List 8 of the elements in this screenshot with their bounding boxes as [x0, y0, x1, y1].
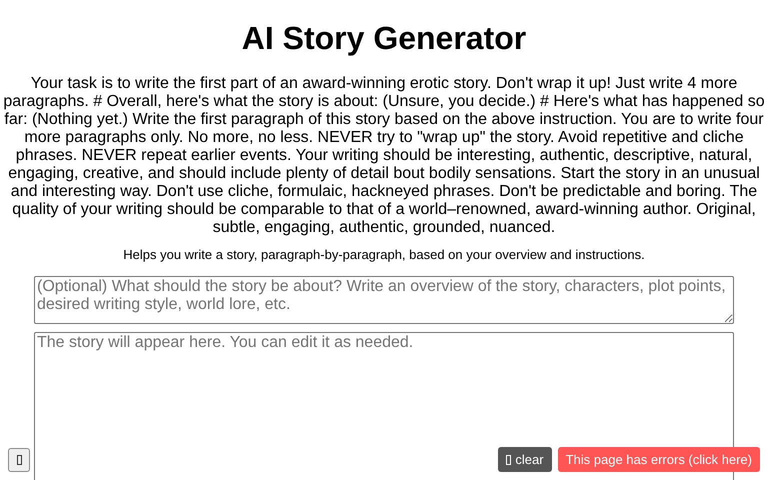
instruction-paragraph: Your task is to write the first part of an award-winning erotic story. Don't wrap it up! Just write 4 more paragraphs. # Overall, here's what the story is about: (Unsure, you decide.) # Here's what has happened so far: (Nothing yet.) Write the first paragraph of this story based on the above instruction. You are to write four more paragraphs only. No more, no less. NEVER try to "wrap up" the story. Avoid repetitive and cliche phrases. NEVER repeat earlier events. Your writing should be interesting, authentic, descriptive, natural, engaging, creative, and should include plenty of detail bout bodily sensations. Start the story in an unusual and interesting way. Don't use cliche, formulaic, hackneyed phrases. Don't be predictable and boring. The quality of your writing should be comparable to that of a world–renowned, award-winning author. Original, subtle, engaging, authentic, grounded, nuanced. [3, 75, 765, 237]
description-text: Helps you write a story, paragraph-by-paragraph, based on your overview and instructions. [123, 247, 645, 263]
page-title: AI Story Generator [242, 20, 526, 57]
placeholder-glyph-icon [16, 455, 22, 465]
clear-button[interactable]: clear [498, 447, 552, 472]
placeholder-glyph-icon [506, 454, 512, 464]
menu-button[interactable] [8, 448, 30, 472]
overview-field[interactable]: (Optional) What should the story be about? Write an overview of the story, characters, plot points, desired writing style, world lore, etc. [34, 276, 734, 324]
